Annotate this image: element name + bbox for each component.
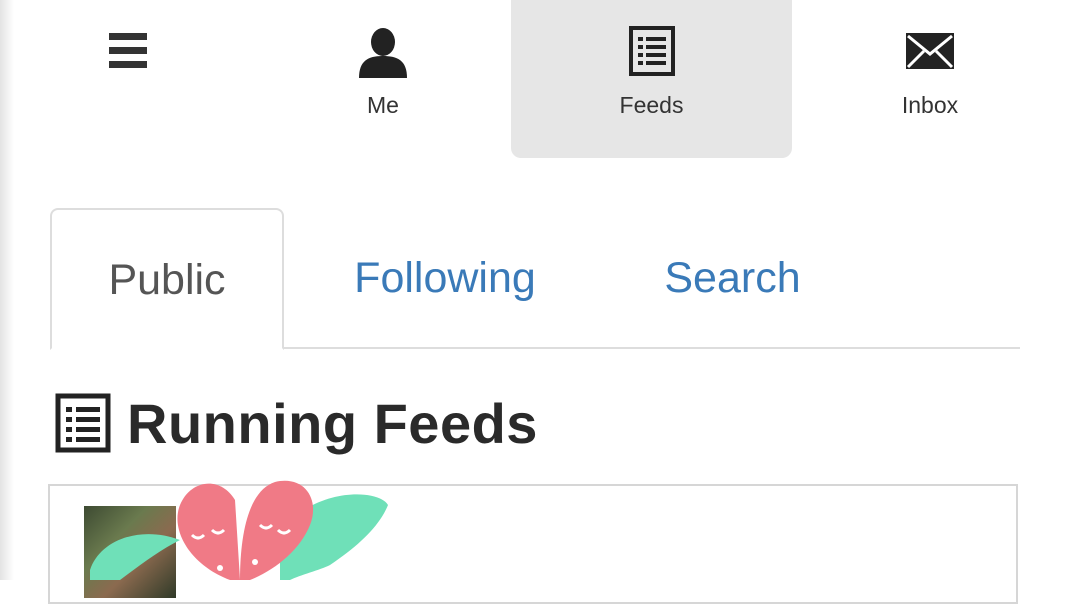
nav-label-feeds: Feeds (619, 92, 684, 118)
list-icon (55, 393, 111, 453)
section-heading: Running Feeds (55, 388, 538, 458)
nav-label-inbox: Inbox (901, 92, 959, 118)
tab-following[interactable]: Following (330, 208, 560, 348)
nav-item-me[interactable]: Me (283, 0, 483, 158)
page-title: Running Feeds (127, 391, 538, 455)
top-nav: Me Feeds Inbox (0, 0, 1068, 160)
tab-search[interactable]: Search (640, 208, 825, 348)
feed-tabs: Public Following Search (50, 208, 1020, 350)
tab-public[interactable]: Public (50, 208, 284, 350)
nav-label-me: Me (367, 92, 399, 118)
heart-sticker-overlay (90, 480, 388, 580)
user-icon (357, 26, 409, 83)
list-icon (628, 26, 675, 81)
envelope-icon (905, 32, 955, 75)
nav-item-feeds[interactable]: Feeds (511, 0, 792, 158)
menu-button[interactable] (60, 0, 196, 158)
nav-item-inbox[interactable]: Inbox (810, 0, 1050, 158)
hamburger-menu-icon (107, 30, 149, 77)
